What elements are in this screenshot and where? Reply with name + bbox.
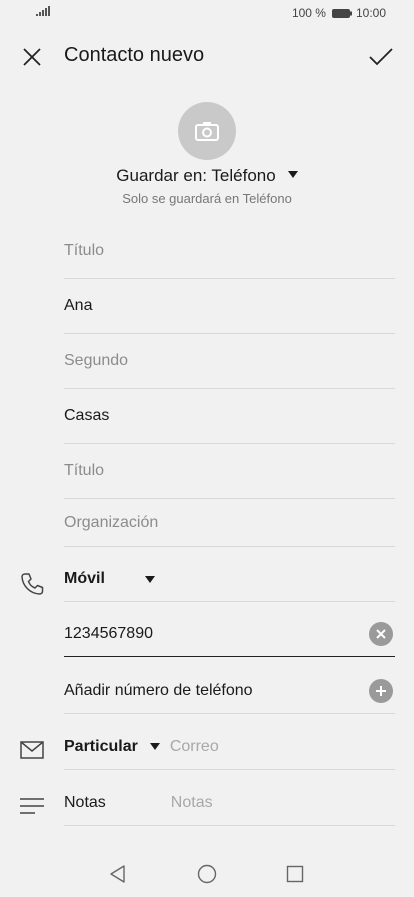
suffix-field[interactable]: Título [64, 444, 395, 499]
back-icon [110, 865, 125, 883]
clear-icon [376, 629, 386, 639]
prefix-field[interactable]: Título [64, 224, 395, 279]
save-location-dropdown[interactable]: Guardar en: Teléfono [0, 166, 414, 186]
close-icon [23, 48, 41, 66]
notes-field[interactable]: Notas [171, 794, 213, 812]
clock: 10:00 [355, 6, 386, 20]
chevron-down-icon [287, 171, 298, 179]
camera-icon [195, 122, 219, 141]
signal-icon [36, 6, 50, 16]
email-row: Particular Correo [64, 724, 395, 770]
save-button[interactable] [366, 43, 396, 71]
status-bar: 100 % 10:00 [0, 0, 414, 30]
middle-name-field[interactable]: Segundo [64, 334, 395, 389]
notes-row: Notas Notas [64, 780, 395, 826]
phone-type-label: Móvil [64, 570, 105, 587]
chevron-down-icon [144, 575, 155, 583]
navigation-bar [0, 852, 414, 897]
phone-number-field[interactable]: 1234567890 [64, 612, 395, 657]
add-phone-row[interactable]: Añadir número de teléfono [64, 668, 395, 714]
phone-icon [18, 570, 46, 598]
add-phone-label: Añadir número de teléfono [64, 681, 253, 699]
email-type-dropdown[interactable]: Particular [64, 738, 138, 756]
home-button[interactable] [193, 860, 221, 888]
check-icon [369, 48, 393, 66]
battery-percent: 100 % [291, 6, 326, 20]
save-location-label: Guardar en: Teléfono [116, 166, 276, 185]
home-icon [197, 864, 217, 884]
back-button[interactable] [104, 860, 132, 888]
recents-button[interactable] [281, 860, 309, 888]
add-icon [376, 685, 386, 696]
last-name-field[interactable]: Casas [64, 389, 395, 444]
app-bar: Contacto nuevo [0, 34, 414, 80]
battery-icon [331, 8, 352, 18]
organization-field[interactable]: Organización [64, 500, 395, 547]
close-button[interactable] [18, 43, 46, 71]
recents-icon [286, 865, 304, 883]
notes-icon [18, 792, 46, 820]
first-name-field[interactable]: Ana [64, 279, 395, 334]
notes-label: Notas [64, 793, 106, 811]
email-field[interactable]: Correo [170, 738, 219, 756]
save-note: Solo se guardará en Teléfono [122, 191, 292, 206]
add-photo-button[interactable] [178, 102, 236, 160]
chevron-down-icon[interactable] [149, 743, 160, 750]
add-phone-button[interactable] [369, 678, 393, 703]
phone-type-dropdown[interactable]: Móvil [64, 557, 395, 602]
mail-icon [18, 736, 46, 764]
clear-button[interactable] [369, 622, 393, 646]
page-title: Contacto nuevo [64, 44, 205, 66]
phone-number-value: 1234567890 [64, 625, 153, 642]
